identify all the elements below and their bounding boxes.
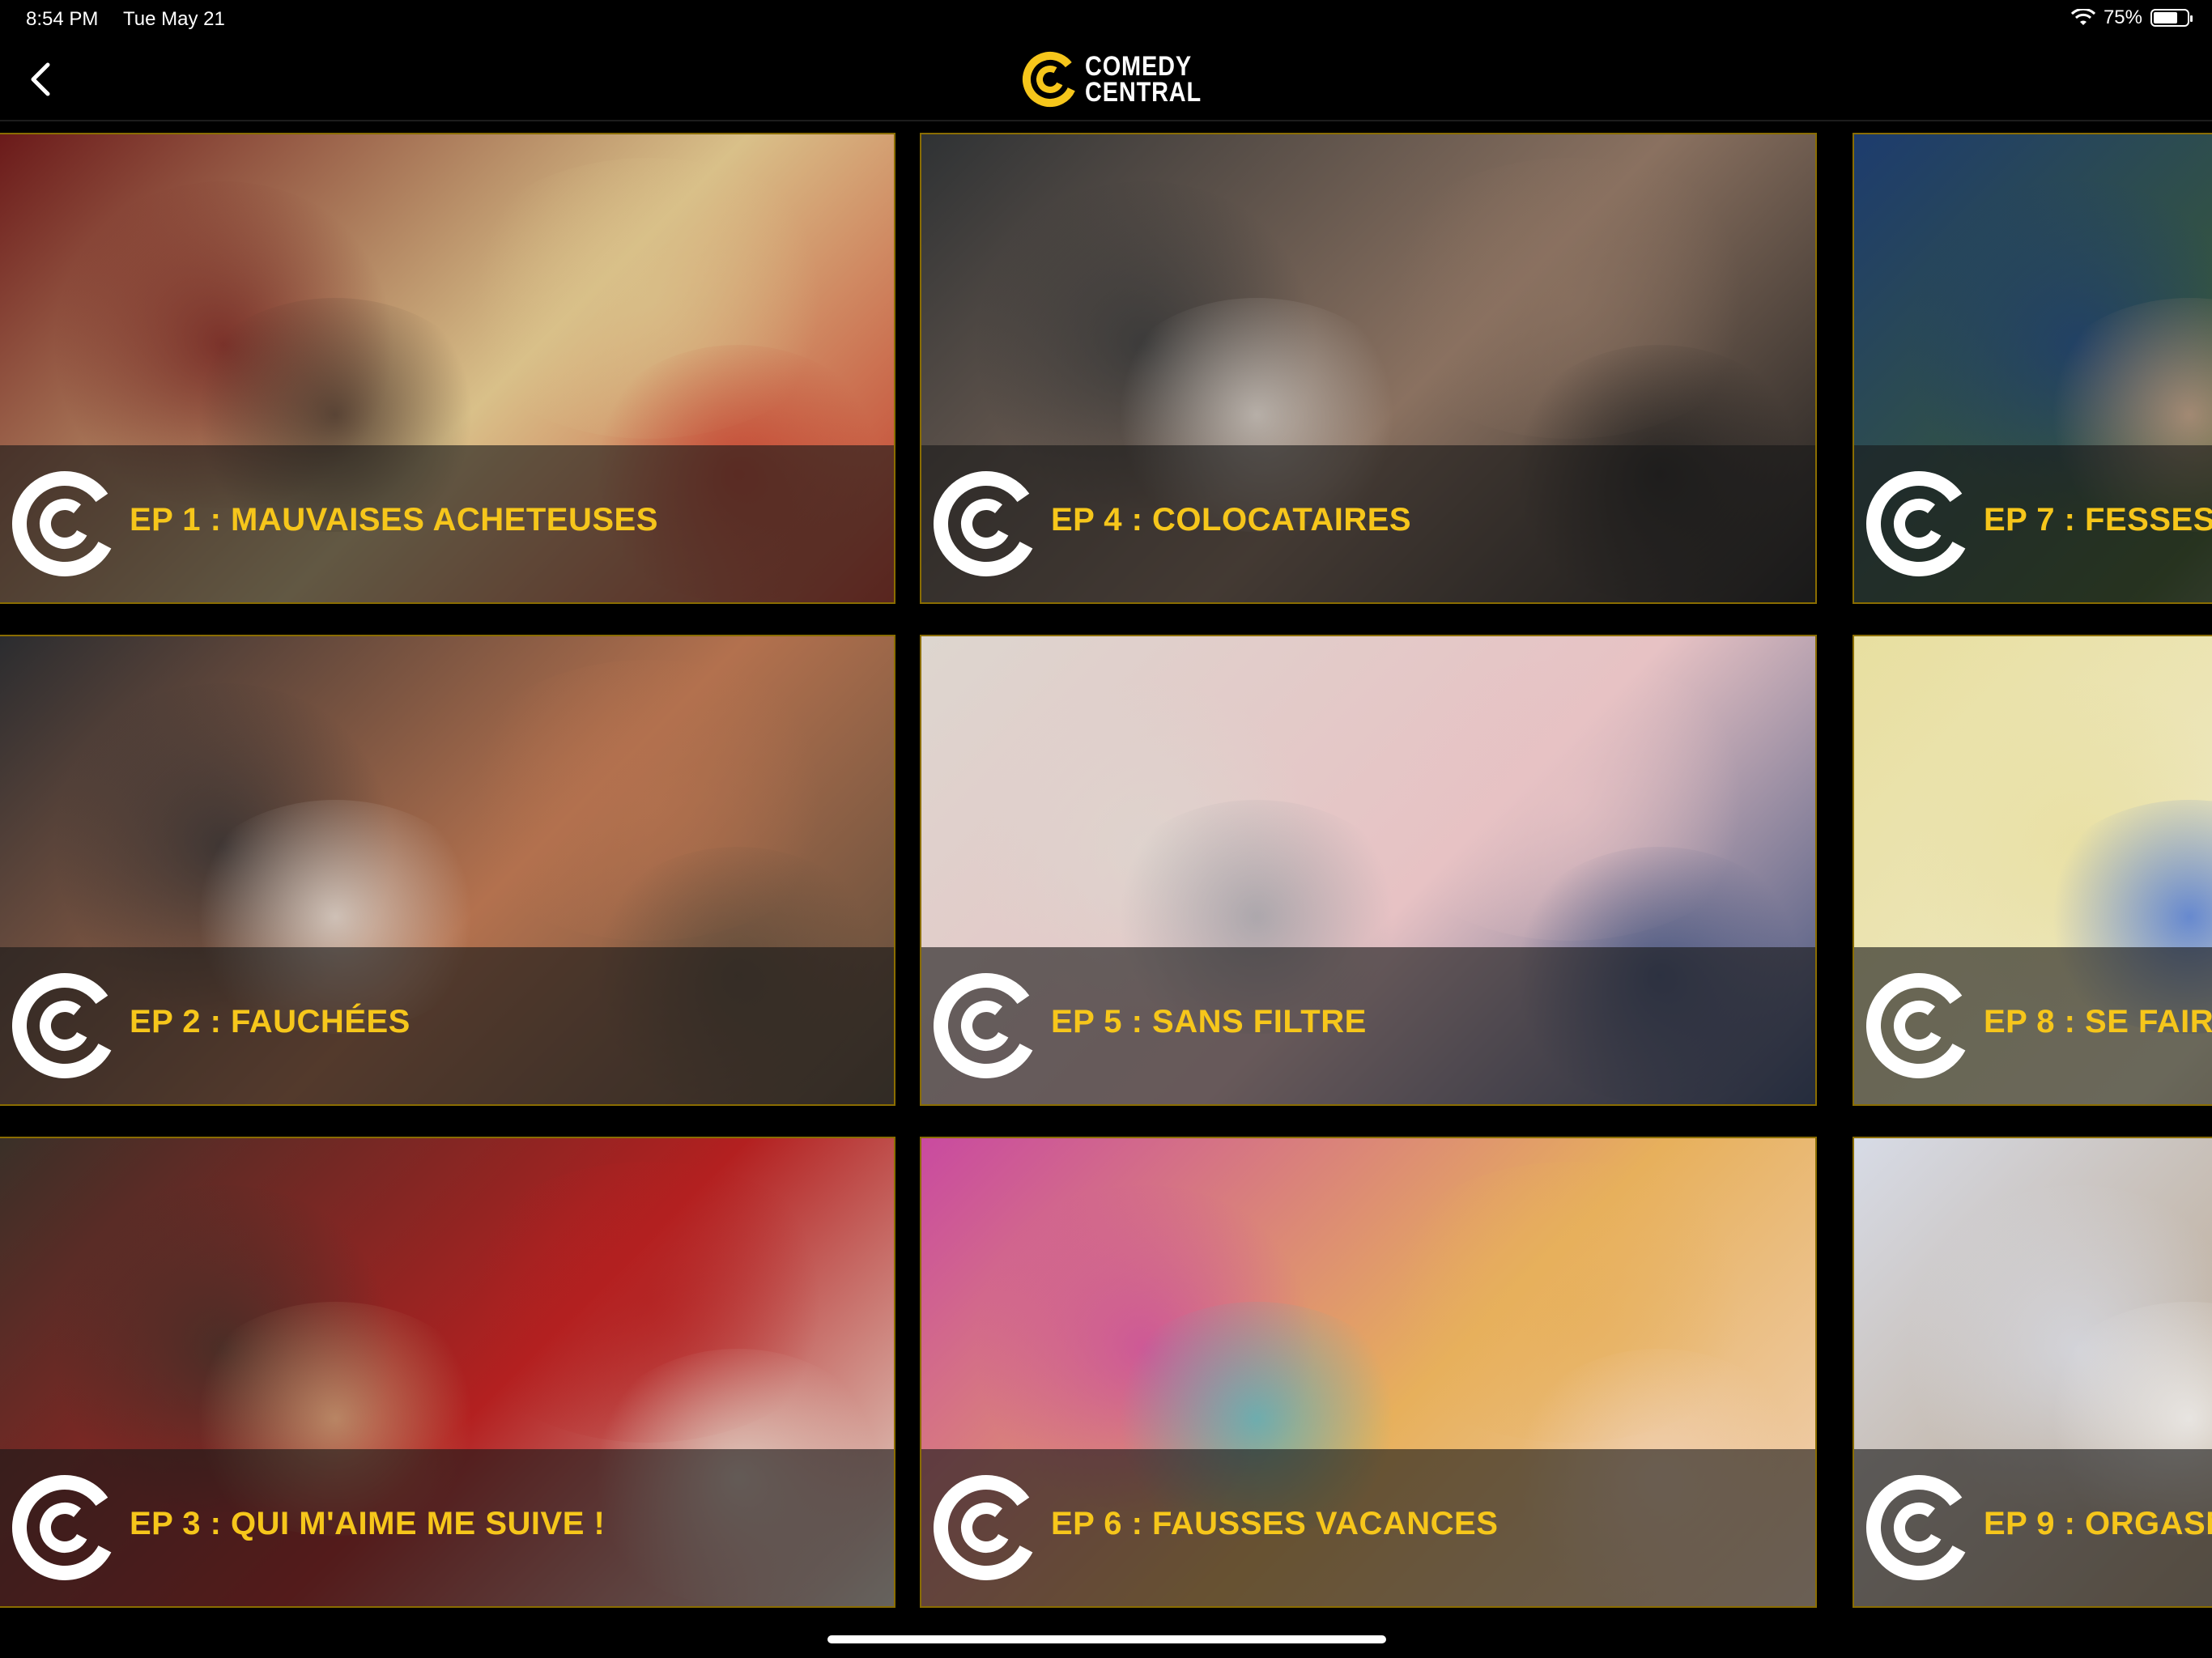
episode-caption: EP 1 : MAUVAISES ACHETEUSES [0, 445, 894, 602]
comedy-central-icon [11, 1475, 117, 1580]
chevron-left-icon [31, 62, 50, 96]
status-bar: 8:54 PM Tue May 21 75% [0, 0, 2212, 39]
episode-caption: EP 4 : COLOCATAIRES [921, 445, 1815, 602]
episode-title: EP 6 : FAUSSES VACANCES [1051, 1506, 1499, 1541]
episode-caption: EP 2 : FAUCHÉES [0, 947, 894, 1104]
episode-tile[interactable]: EP 6 : FAUSSES VACANCES [920, 1137, 1817, 1608]
episode-title: EP 5 : SANS FILTRE [1051, 1004, 1367, 1039]
comedy-central-icon [11, 973, 117, 1078]
comedy-central-logo-icon [1023, 52, 1078, 107]
status-time: 8:54 PM [26, 8, 99, 30]
episode-tile[interactable]: EP 4 : COLOCATAIRES [920, 133, 1817, 604]
comedy-central-icon [934, 471, 1039, 576]
episode-grid: EP 1 : MAUVAISES ACHETEUSES EP 4 : COLOC… [0, 121, 2212, 1627]
nav-bar: COMEDY CENTRAL [0, 39, 2212, 121]
episode-caption: EP 5 : SANS FILTRE [921, 947, 1815, 1104]
episode-tile[interactable]: EP 9 : ORGASME [1853, 1137, 2212, 1608]
comedy-central-icon [11, 471, 117, 576]
episode-caption: EP 3 : QUI M'AIME ME SUIVE ! [0, 1449, 894, 1606]
episode-caption: EP 8 : SE FAIRE E [1854, 947, 2212, 1104]
home-indicator[interactable] [827, 1635, 1386, 1643]
logo-line-1: COMEDY [1085, 51, 1192, 82]
comedy-central-logo: COMEDY CENTRAL [1022, 50, 1222, 108]
battery-fill [2154, 12, 2177, 23]
episode-title: EP 2 : FAUCHÉES [130, 1004, 410, 1039]
battery-icon [2150, 9, 2193, 27]
comedy-central-icon [1866, 1475, 1972, 1580]
episode-title: EP 9 : ORGASME [1984, 1506, 2212, 1541]
episode-title: EP 1 : MAUVAISES ACHETEUSES [130, 502, 658, 538]
episode-title: EP 8 : SE FAIRE E [1984, 1004, 2212, 1039]
episode-tile[interactable]: EP 1 : MAUVAISES ACHETEUSES [0, 133, 895, 604]
episode-title: EP 4 : COLOCATAIRES [1051, 502, 1412, 538]
episode-title: EP 3 : QUI M'AIME ME SUIVE ! [130, 1506, 606, 1541]
episode-tile[interactable]: EP 2 : FAUCHÉES [0, 635, 895, 1106]
status-date: Tue May 21 [123, 8, 225, 30]
comedy-central-icon [1866, 471, 1972, 576]
episode-tile[interactable]: EP 7 : FESSES PA [1853, 133, 2212, 604]
logo-line-2: CENTRAL [1085, 77, 1202, 108]
episode-title: EP 7 : FESSES PA [1984, 502, 2212, 538]
battery-percent: 75% [2103, 6, 2142, 28]
comedy-central-icon [934, 973, 1039, 1078]
status-right: 75% [2070, 6, 2193, 29]
comedy-central-icon [1866, 973, 1972, 1078]
episode-caption: EP 7 : FESSES PA [1854, 445, 2212, 602]
wifi-icon [2070, 9, 2095, 25]
back-button[interactable] [18, 57, 63, 102]
episode-tile[interactable]: EP 5 : SANS FILTRE [920, 635, 1817, 1106]
logo-text: COMEDY CENTRAL [1085, 51, 1202, 108]
episode-tile[interactable]: EP 8 : SE FAIRE E [1853, 635, 2212, 1106]
episode-caption: EP 6 : FAUSSES VACANCES [921, 1449, 1815, 1606]
episode-tile[interactable]: EP 3 : QUI M'AIME ME SUIVE ! [0, 1137, 895, 1608]
comedy-central-icon [934, 1475, 1039, 1580]
episode-caption: EP 9 : ORGASME [1854, 1449, 2212, 1606]
